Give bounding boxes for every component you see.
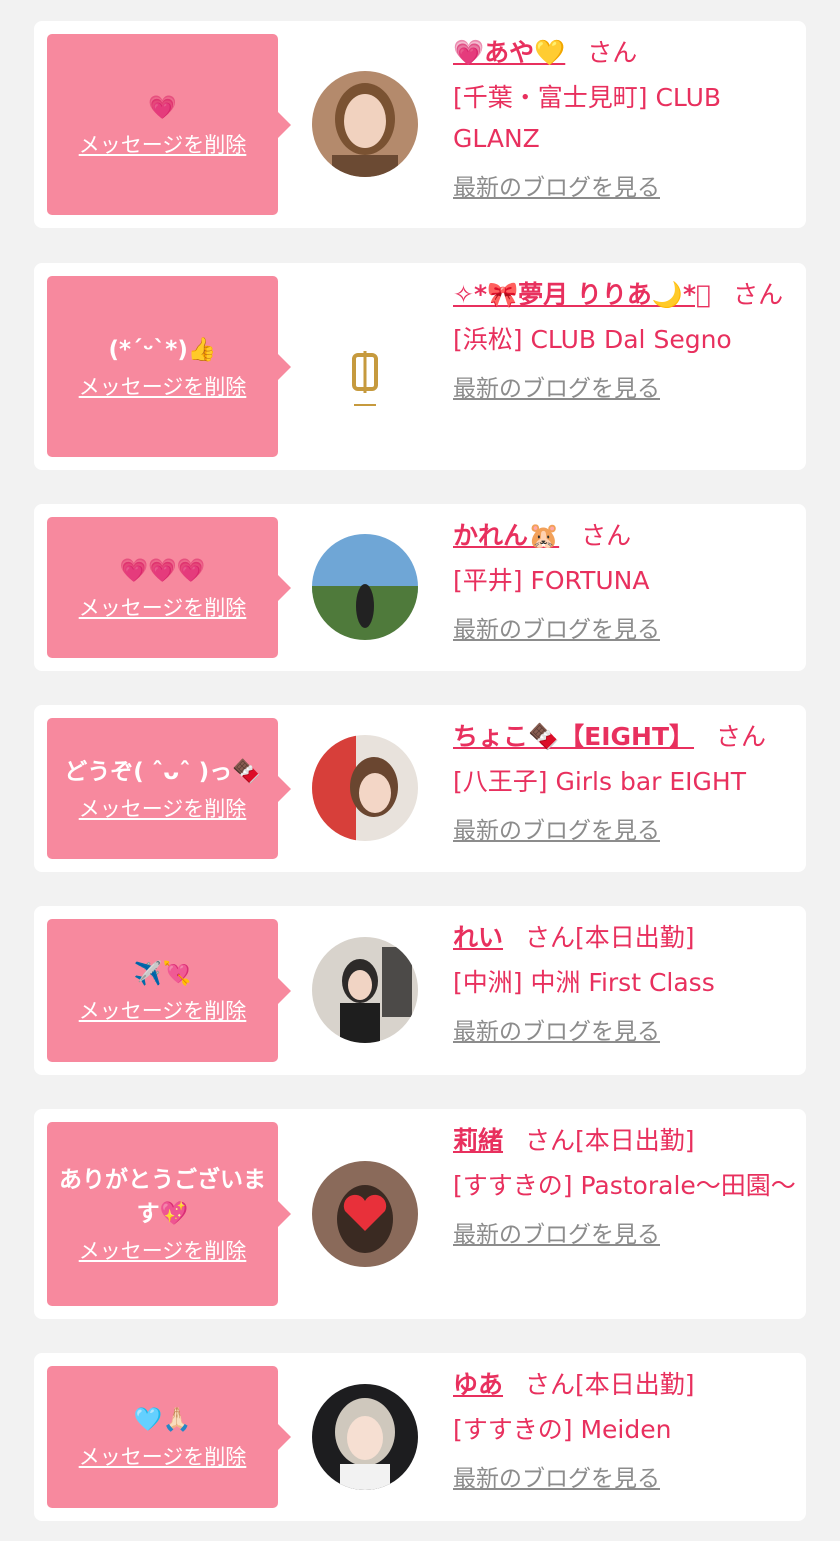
message-text: ✈️💘 xyxy=(133,960,192,987)
avatar[interactable] xyxy=(312,937,418,1043)
cast-name-link[interactable]: かれん🐹 xyxy=(453,521,559,550)
name-line: 莉緒 さん[本日出勤] xyxy=(453,1121,798,1161)
message-text: (*ˊᵕˋ*)👍 xyxy=(108,336,217,363)
message-bubble: 💗💗💗 メッセージを削除 xyxy=(47,517,291,658)
view-blog-link[interactable]: 最新のブログを見る xyxy=(453,372,660,406)
status-label: [本日出勤] xyxy=(575,923,695,952)
shop-name: [すすきの] Pastorale〜田園〜 xyxy=(453,1171,796,1200)
message-text: ありがとうございます💖 xyxy=(59,1167,266,1227)
shop-name: [すすきの] Meiden xyxy=(453,1415,672,1444)
message-card: 💗 メッセージを削除 💗あや💛 さん [千葉・富士見町] CLUB GLANZ 最… xyxy=(34,21,806,228)
avatar[interactable] xyxy=(312,534,418,640)
shop-name: [浜松] CLUB Dal Segno xyxy=(453,325,732,354)
view-blog-link[interactable]: 最新のブログを見る xyxy=(453,1462,660,1496)
honorific: さん xyxy=(525,923,576,952)
message-text: どうぞ( ˆᴗˆ )っ🍫 xyxy=(64,758,261,785)
view-blog-link[interactable]: 最新のブログを見る xyxy=(453,613,660,647)
name-line: れい さん[本日出勤] xyxy=(453,918,798,958)
avatar[interactable] xyxy=(312,1384,418,1490)
honorific: さん xyxy=(525,1370,576,1399)
avatar[interactable] xyxy=(312,313,418,419)
message-card: 💗💗💗 メッセージを削除 かれん🐹 さん [平井] FORTUNA 最新のブログを… xyxy=(34,504,806,671)
view-blog-link[interactable]: 最新のブログを見る xyxy=(453,171,660,205)
landscape-photo-avatar-image xyxy=(312,534,418,640)
club-logo-avatar-image xyxy=(312,313,418,419)
shop-name: [中洲] 中洲 First Class xyxy=(453,968,715,997)
delete-message-link[interactable]: メッセージを削除 xyxy=(79,131,247,159)
cast-name-link[interactable]: 莉緒 xyxy=(453,1126,503,1155)
avatar[interactable] xyxy=(312,735,418,841)
name-line: かれん🐹 さん xyxy=(453,516,798,556)
message-card: ありがとうございます💖 メッセージを削除 莉緒 さん[本日出勤] [すすきの] P… xyxy=(34,1109,806,1319)
delete-message-link[interactable]: メッセージを削除 xyxy=(79,795,247,823)
cast-name-link[interactable]: れい xyxy=(453,923,503,952)
delete-message-link[interactable]: メッセージを削除 xyxy=(79,1237,247,1265)
cast-name-link[interactable]: ちょこ🍫【EIGHT】 xyxy=(453,722,694,751)
delete-message-link[interactable]: メッセージを削除 xyxy=(79,1443,247,1471)
avatar[interactable] xyxy=(312,1161,418,1267)
woman-portrait-avatar-image xyxy=(312,71,418,177)
honorific: さん xyxy=(733,280,784,309)
message-bubble: 💗 メッセージを削除 xyxy=(47,34,291,215)
name-line: ✧*🎀夢月 りりあ🌙*ﾟ さん xyxy=(453,275,798,315)
shop-name: [平井] FORTUNA xyxy=(453,566,650,595)
message-card: ✈️💘 メッセージを削除 れい さん[本日出勤] [中洲] 中洲 First Cl… xyxy=(34,906,806,1075)
delete-message-link[interactable]: メッセージを削除 xyxy=(79,594,247,622)
shop-name: [八王子] Girls bar EIGHT xyxy=(453,767,746,796)
name-line: 💗あや💛 さん xyxy=(453,33,798,73)
view-blog-link[interactable]: 最新のブログを見る xyxy=(453,814,660,848)
woman-portrait-avatar-image xyxy=(312,937,418,1043)
entry-info: れい さん[本日出勤] [中洲] 中洲 First Class 最新のブログを見る xyxy=(453,918,798,1049)
honorific: さん xyxy=(716,722,767,751)
entry-info: ✧*🎀夢月 りりあ🌙*ﾟ さん [浜松] CLUB Dal Segno 最新のブロ… xyxy=(453,275,798,406)
name-line: ちょこ🍫【EIGHT】 さん xyxy=(453,717,798,757)
message-bubble: どうぞ( ˆᴗˆ )っ🍫 メッセージを削除 xyxy=(47,718,291,859)
message-card: (*ˊᵕˋ*)👍 メッセージを削除 ✧*🎀夢月 りりあ🌙*ﾟ さん [浜松] CL… xyxy=(34,263,806,470)
delete-message-link[interactable]: メッセージを削除 xyxy=(79,373,247,401)
message-card: どうぞ( ˆᴗˆ )っ🍫 メッセージを削除 ちょこ🍫【EIGHT】 さん [八王子… xyxy=(34,705,806,872)
message-card: 🩵🙏🏻 メッセージを削除 ゆあ さん[本日出勤] [すすきの] Meiden 最新… xyxy=(34,1353,806,1521)
status-label: [本日出勤] xyxy=(575,1370,695,1399)
message-list: 💗 メッセージを削除 💗あや💛 さん [千葉・富士見町] CLUB GLANZ 最… xyxy=(0,0,840,1541)
status-label: [本日出勤] xyxy=(575,1126,695,1155)
message-bubble: (*ˊᵕˋ*)👍 メッセージを削除 xyxy=(47,276,291,457)
woman-heart-avatar-image xyxy=(312,1161,418,1267)
avatar[interactable] xyxy=(312,71,418,177)
honorific: さん xyxy=(581,521,632,550)
name-line: ゆあ さん[本日出勤] xyxy=(453,1365,798,1405)
message-bubble: ✈️💘 メッセージを削除 xyxy=(47,919,291,1062)
message-text: 💗 xyxy=(148,94,177,121)
woman-portrait-avatar-image xyxy=(312,735,418,841)
honorific: さん xyxy=(587,38,638,67)
message-text: 🩵🙏🏻 xyxy=(133,1407,192,1433)
entry-info: ゆあ さん[本日出勤] [すすきの] Meiden 最新のブログを見る xyxy=(453,1365,798,1496)
entry-info: 莉緒 さん[本日出勤] [すすきの] Pastorale〜田園〜 最新のブログを見… xyxy=(453,1121,798,1252)
entry-info: かれん🐹 さん [平井] FORTUNA 最新のブログを見る xyxy=(453,516,798,647)
message-bubble: 🩵🙏🏻 メッセージを削除 xyxy=(47,1366,291,1508)
honorific: さん xyxy=(525,1126,576,1155)
entry-info: 💗あや💛 さん [千葉・富士見町] CLUB GLANZ 最新のブログを見る xyxy=(453,33,798,205)
view-blog-link[interactable]: 最新のブログを見る xyxy=(453,1015,660,1049)
entry-info: ちょこ🍫【EIGHT】 さん [八王子] Girls bar EIGHT 最新のブ… xyxy=(453,717,798,848)
woman-portrait-avatar-image xyxy=(312,1384,418,1490)
message-bubble: ありがとうございます💖 メッセージを削除 xyxy=(47,1122,291,1306)
delete-message-link[interactable]: メッセージを削除 xyxy=(79,997,247,1025)
cast-name-link[interactable]: 💗あや💛 xyxy=(453,38,565,67)
cast-name-link[interactable]: ゆあ xyxy=(453,1370,503,1399)
shop-name: [千葉・富士見町] CLUB GLANZ xyxy=(453,83,722,153)
view-blog-link[interactable]: 最新のブログを見る xyxy=(453,1218,660,1252)
cast-name-link[interactable]: ✧*🎀夢月 りりあ🌙*ﾟ xyxy=(453,280,711,309)
message-text: 💗💗💗 xyxy=(119,557,206,584)
